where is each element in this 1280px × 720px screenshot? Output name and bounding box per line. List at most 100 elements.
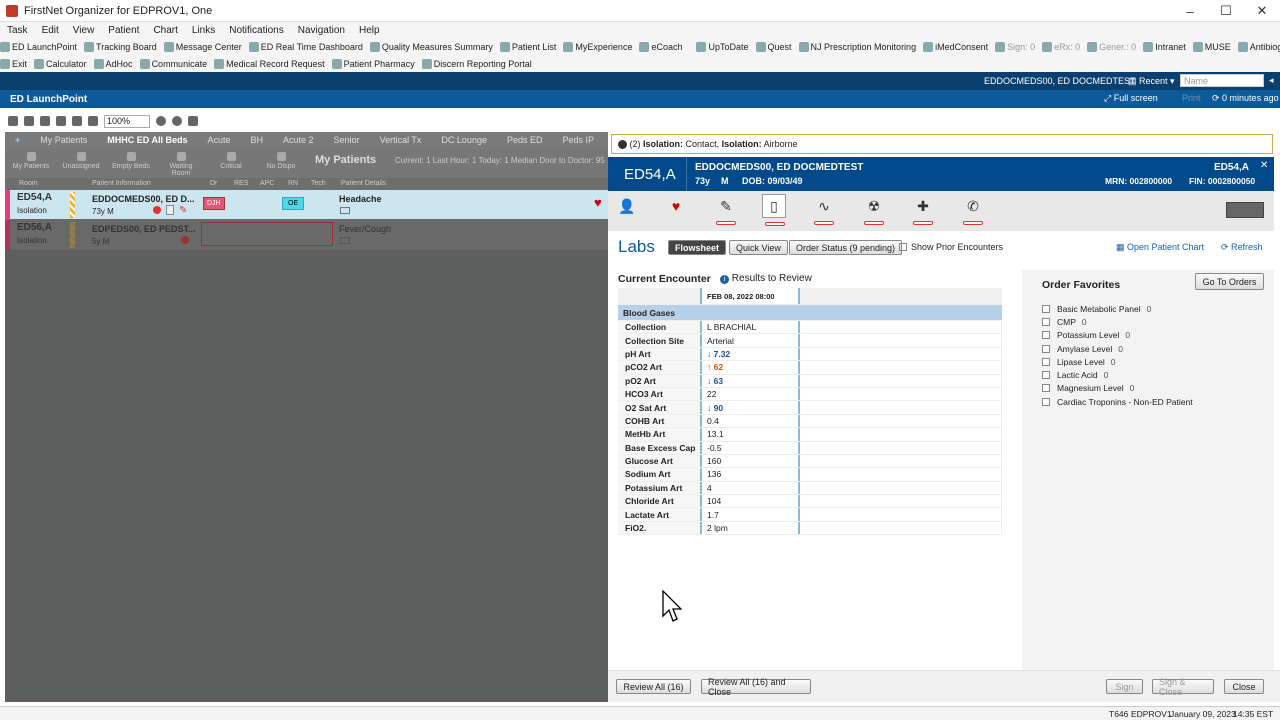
toolbar-patient-list[interactable]: Patient List <box>499 42 556 52</box>
tool-my-patients[interactable]: My Patients <box>11 152 51 170</box>
doctor-badge[interactable]: DJH <box>203 197 225 210</box>
menu-task[interactable]: Task <box>0 25 35 36</box>
menu-navigation[interactable]: Navigation <box>291 25 352 36</box>
comment-icon[interactable] <box>340 207 350 214</box>
expand-icon[interactable]: ◂ <box>1269 75 1274 86</box>
toolbar-calculator[interactable]: Calculator <box>34 59 87 69</box>
tab-peds-ip[interactable]: Peds IP <box>553 135 605 145</box>
tray-collapse-button[interactable] <box>1226 202 1264 218</box>
result-value[interactable]: ↓ 90 <box>702 401 800 414</box>
column-header-patient-details[interactable]: Patient Details <box>341 180 386 187</box>
unassigned-provider-box[interactable] <box>201 222 333 246</box>
add-patient-icon[interactable]: + <box>5 135 30 145</box>
go-to-orders-button[interactable]: Go To Orders <box>1195 273 1264 290</box>
tool-empty-beds[interactable]: Empty Beds <box>111 152 151 170</box>
refresh-timer[interactable]: ⟳ 0 minutes ago <box>1212 93 1279 104</box>
favorite-item[interactable]: Basic Metabolic Panel 0 <box>1042 302 1274 315</box>
toolbar-quality-measures-summary[interactable]: Quality Measures Summary <box>369 42 493 52</box>
result-value[interactable]: 4 <box>702 481 800 495</box>
banner-patient-name[interactable]: EDDOCMEDS00, ED DOCMEDTEST <box>695 162 863 173</box>
alert-icon[interactable] <box>181 236 189 244</box>
no-procedure-icon[interactable]: ✎ <box>179 205 187 216</box>
toolbar-sign-0[interactable]: Sign: 0 <box>995 42 1035 52</box>
toolbar-ecoach[interactable]: eCoach <box>639 42 682 52</box>
tab-acute-2[interactable]: Acute 2 <box>273 135 324 145</box>
toolbar-ed-real-time-dashboard[interactable]: ED Real Time Dashboard <box>248 42 363 52</box>
toolbar-antibiograms[interactable]: Antibiograms <box>1237 42 1280 52</box>
table-row[interactable]: pCO2 Art ↑ 62 <box>618 361 1002 375</box>
toolbar-communicate[interactable]: Communicate <box>139 59 207 69</box>
radiation-icon[interactable]: ☢ <box>862 194 886 225</box>
print-button[interactable]: Print <box>1182 93 1201 103</box>
column-header-res[interactable]: RES <box>234 180 248 187</box>
toolbar-tracking-board[interactable]: Tracking Board <box>84 42 157 52</box>
table-row[interactable]: COHB Art 0.4 <box>618 414 1002 429</box>
review-all-close-button[interactable]: Review All (16) and Close <box>701 677 811 697</box>
favorite-checkbox[interactable] <box>1042 397 1050 406</box>
result-value[interactable]: 2 lpm <box>702 521 800 535</box>
result-value[interactable]: -0.5 <box>702 441 800 454</box>
table-row[interactable]: pO2 Art ↓ 63 <box>618 374 1002 388</box>
tool-critical[interactable]: Critical <box>211 152 251 170</box>
result-value[interactable]: L BRACHIAL <box>702 321 800 334</box>
toolbar-gener-0[interactable]: Gener.: 0 <box>1087 42 1136 52</box>
zoom-out-icon[interactable] <box>88 116 98 126</box>
favorite-checkbox[interactable] <box>1042 304 1050 313</box>
favorite-item[interactable]: Potassium Level 0 <box>1042 329 1274 342</box>
toolbar-discern-reporting-portal[interactable]: Discern Reporting Portal <box>421 59 532 69</box>
column-header-tech[interactable]: Tech <box>311 180 326 187</box>
lab-tube-icon[interactable]: ▯ <box>762 194 786 226</box>
binoculars-icon[interactable] <box>8 116 18 126</box>
section-blood-gases[interactable]: Blood Gases <box>618 305 1002 321</box>
results-to-review[interactable]: i Results to Review <box>720 273 812 284</box>
record-icon[interactable] <box>156 116 166 126</box>
menu-notifications[interactable]: Notifications <box>222 25 290 36</box>
comment-icon[interactable] <box>340 237 350 244</box>
toolbar-medical-record-request[interactable]: Medical Record Request <box>214 59 325 69</box>
heart-vitals-icon[interactable]: ♥ <box>664 194 688 218</box>
tab-dc-lounge[interactable]: DC Lounge <box>431 135 497 145</box>
toolbar-nj-prescription-monitoring[interactable]: NJ Prescription Monitoring <box>798 42 916 52</box>
prior-encounters-checkbox[interactable] <box>899 243 907 251</box>
medical-bag-icon[interactable]: ✚ <box>911 194 935 225</box>
toolbar-patient-pharmacy[interactable]: Patient Pharmacy <box>331 59 415 69</box>
menu-help[interactable]: Help <box>352 25 387 36</box>
tab-flowsheet[interactable]: Flowsheet <box>668 240 727 255</box>
maximize-button[interactable]: ☐ <box>1208 0 1244 22</box>
column-header-rn[interactable]: RN <box>288 180 298 187</box>
result-value[interactable]: 1.7 <box>702 508 800 521</box>
nurse-badge[interactable]: OE <box>282 197 305 210</box>
favorite-checkbox[interactable] <box>1042 371 1050 380</box>
toolbar-exit[interactable]: Exit <box>0 59 27 69</box>
sign-button[interactable]: Sign <box>1106 679 1143 694</box>
room-label[interactable]: ED54,A <box>17 192 52 203</box>
home-icon[interactable] <box>188 116 198 126</box>
minimize-button[interactable]: – <box>1172 0 1208 22</box>
tab-peds-ed[interactable]: Peds ED <box>497 135 553 145</box>
favorite-checkbox[interactable] <box>1042 331 1050 340</box>
table-row[interactable]: Sodium Art 136 <box>618 468 1002 482</box>
table-row[interactable]: Collection Site Arterial <box>618 334 1002 348</box>
menu-edit[interactable]: Edit <box>35 25 66 36</box>
document-icon[interactable] <box>166 205 174 215</box>
toolbar-intranet[interactable]: Intranet <box>1143 42 1186 52</box>
table-row[interactable]: Base Excess Cap -0.5 <box>618 441 1002 455</box>
patient-search-input[interactable]: Name <box>1180 74 1264 87</box>
result-date-column[interactable]: FEB 08, 2022 08:00 <box>702 288 800 304</box>
print-icon[interactable] <box>40 116 50 126</box>
tab-quick-view[interactable]: Quick View <box>729 240 788 255</box>
search-icon[interactable]: ⌕ <box>1253 75 1258 86</box>
tab-bh[interactable]: BH <box>241 135 274 145</box>
result-value[interactable]: 22 <box>702 387 800 401</box>
sign-close-button[interactable]: Sign & Close <box>1152 677 1214 697</box>
column-header-dr[interactable]: Dr <box>210 180 217 187</box>
menu-view[interactable]: View <box>66 25 102 36</box>
close-window-button[interactable]: ✕ <box>1244 0 1280 22</box>
toolbar-ed-launchpoint[interactable]: ED LaunchPoint <box>0 42 77 52</box>
close-button[interactable]: Close <box>1224 679 1264 694</box>
favorite-checkbox[interactable] <box>1042 357 1050 366</box>
tab-my-patients[interactable]: My Patients <box>30 135 97 145</box>
toolbar-adhoc[interactable]: AdHoc <box>93 59 133 69</box>
result-value[interactable]: Arterial <box>702 334 800 347</box>
table-row[interactable]: ED56,A Isolation EDPEDS00, ED PEDST... 5… <box>5 220 608 250</box>
